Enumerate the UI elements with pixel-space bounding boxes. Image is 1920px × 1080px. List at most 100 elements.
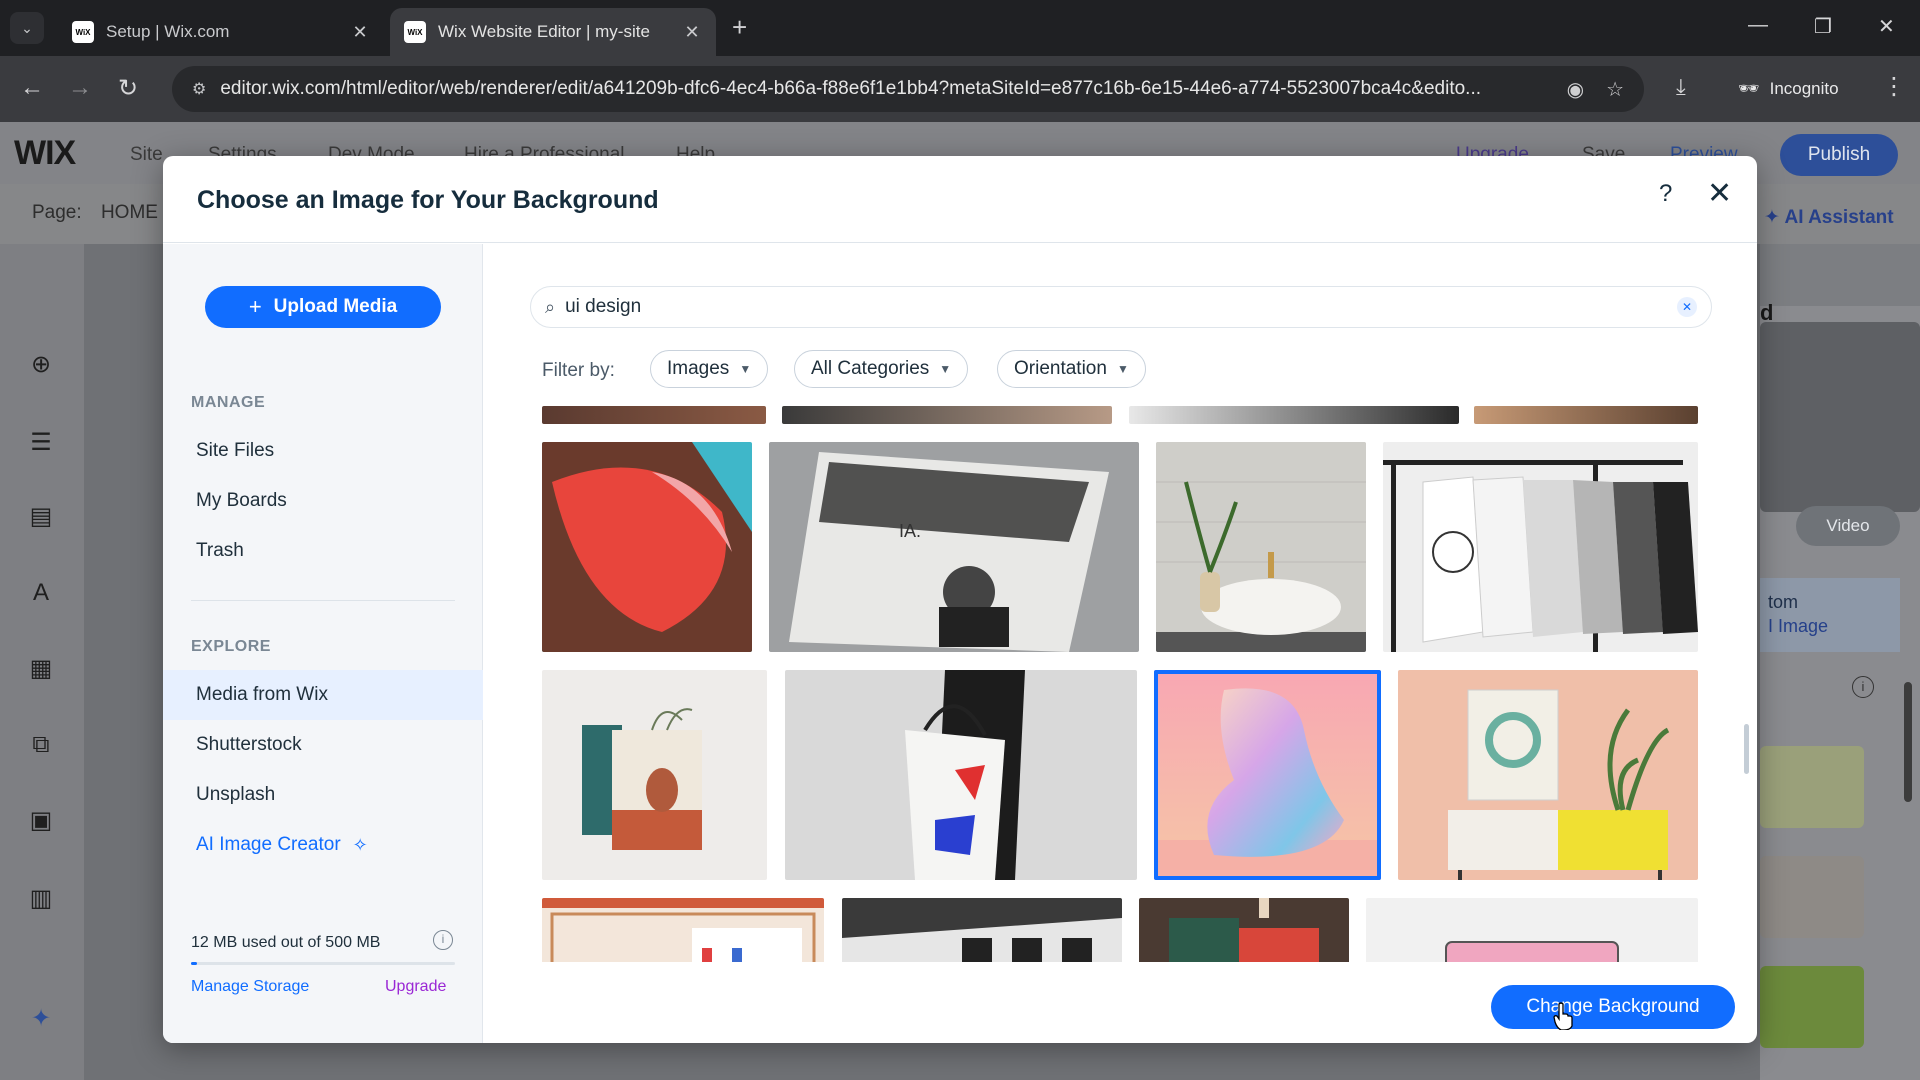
wix-favicon-icon: WiX bbox=[72, 21, 94, 43]
back-arrow-icon[interactable]: ← bbox=[20, 74, 44, 102]
menu-site[interactable]: Site bbox=[130, 144, 163, 166]
add-apps-icon[interactable]: ⧉ bbox=[26, 730, 56, 760]
change-background-button[interactable]: Change Background bbox=[1491, 985, 1735, 1029]
panel-thumbnail[interactable] bbox=[1760, 966, 1864, 1048]
minimize-icon[interactable]: — bbox=[1748, 14, 1768, 37]
upgrade-link[interactable]: Upgrade bbox=[385, 978, 446, 996]
tab-close-icon[interactable]: ✕ bbox=[682, 22, 702, 43]
ai-assistant-button[interactable]: ✦ AI Assistant bbox=[1764, 206, 1894, 229]
filter-categories-dropdown[interactable]: All Categories ▼ bbox=[794, 350, 969, 388]
chevron-down-icon: ▼ bbox=[739, 362, 752, 376]
panel-thumbnail[interactable] bbox=[1760, 856, 1864, 938]
sidebar-item-site-files[interactable]: Site Files bbox=[163, 426, 483, 476]
image-thumb-laptop-pink bbox=[1445, 941, 1619, 962]
add-elements-icon[interactable]: ⊕ bbox=[26, 350, 56, 380]
panel-option-label: tom bbox=[1768, 592, 1799, 612]
clear-search-icon[interactable]: ✕ bbox=[1677, 297, 1697, 317]
address-bar[interactable]: ⚙ editor.wix.com/html/editor/web/rendere… bbox=[172, 66, 1644, 112]
image-tile[interactable] bbox=[542, 406, 766, 424]
image-tile[interactable] bbox=[1474, 406, 1698, 424]
publish-button[interactable]: Publish bbox=[1780, 134, 1898, 176]
sidebar-item-ai-image-creator[interactable]: AI Image Creator ✧ bbox=[163, 820, 483, 870]
browser-tab-editor[interactable]: WiX Wix Website Editor | my-site ✕ bbox=[390, 8, 716, 56]
image-tile[interactable] bbox=[1156, 442, 1366, 652]
image-tile[interactable] bbox=[782, 406, 1112, 424]
image-tile[interactable] bbox=[1398, 670, 1698, 880]
sidebar-divider bbox=[191, 600, 455, 601]
sidebar-item-label: Media from Wix bbox=[196, 684, 328, 705]
image-tile[interactable]: IA. bbox=[769, 442, 1139, 652]
forward-arrow-icon[interactable]: → bbox=[68, 74, 92, 102]
incognito-badge[interactable]: 🕶 Incognito bbox=[1722, 70, 1855, 108]
sidebar-item-label: Trash bbox=[196, 540, 244, 561]
sidebar-item-label: Site Files bbox=[196, 440, 275, 461]
image-tile[interactable] bbox=[785, 670, 1137, 880]
sidebar-item-trash[interactable]: Trash bbox=[163, 526, 483, 576]
image-thumb-colorful-room bbox=[1169, 898, 1319, 962]
media-icon[interactable]: ▣ bbox=[26, 806, 56, 836]
new-tab-icon[interactable]: + bbox=[732, 14, 747, 40]
incognito-icon: 🕶 bbox=[1738, 79, 1760, 98]
reload-icon[interactable]: ↻ bbox=[118, 74, 138, 103]
page-selector[interactable]: Page: HOME bbox=[32, 202, 158, 224]
image-tile[interactable] bbox=[542, 898, 824, 962]
filter-images-dropdown[interactable]: Images ▼ bbox=[650, 350, 769, 388]
filter-value: Images bbox=[667, 358, 730, 379]
image-tile[interactable] bbox=[1139, 898, 1349, 962]
ai-sparkle-icon[interactable]: ✦ bbox=[26, 1004, 56, 1034]
apps-icon[interactable]: ▦ bbox=[26, 654, 56, 684]
image-thumb-tshirt-rack bbox=[1383, 460, 1698, 652]
image-tile[interactable] bbox=[542, 670, 767, 880]
browser-menu-icon[interactable]: ⋮ bbox=[1882, 72, 1906, 101]
design-icon[interactable]: A bbox=[26, 578, 56, 608]
image-tile[interactable] bbox=[842, 898, 1122, 962]
media-sidebar: + Upload Media MANAGE Site Files My Boar… bbox=[163, 244, 483, 1043]
sidebar-item-media-from-wix[interactable]: Media from Wix bbox=[163, 670, 483, 720]
window-close-icon[interactable]: ✕ bbox=[1878, 14, 1895, 39]
image-tile[interactable] bbox=[1366, 898, 1698, 962]
media-search-input[interactable] bbox=[565, 296, 1677, 318]
tab-close-icon[interactable]: ✕ bbox=[350, 22, 370, 43]
pages-icon[interactable]: ▤ bbox=[26, 502, 56, 532]
image-tile[interactable] bbox=[1383, 442, 1698, 652]
upload-media-button[interactable]: + Upload Media bbox=[205, 286, 441, 328]
video-label: Video bbox=[1826, 516, 1870, 535]
download-icon[interactable]: ⤓ bbox=[1676, 74, 1686, 100]
page-name: HOME bbox=[100, 202, 158, 223]
video-button[interactable]: Video bbox=[1796, 506, 1900, 546]
info-icon[interactable]: i bbox=[1852, 676, 1874, 698]
bookmark-star-icon[interactable]: ☆ bbox=[1606, 77, 1624, 102]
restore-icon[interactable]: ❐ bbox=[1814, 14, 1832, 39]
panel-custom-image-option[interactable]: tom I Image bbox=[1760, 578, 1900, 652]
url-text[interactable]: editor.wix.com/html/editor/web/renderer/… bbox=[220, 78, 1544, 100]
sidebar-item-shutterstock[interactable]: Shutterstock bbox=[163, 720, 483, 770]
sections-icon[interactable]: ☰ bbox=[26, 428, 56, 458]
site-info-icon[interactable]: ⚙ bbox=[192, 79, 206, 99]
sidebar-item-my-boards[interactable]: My Boards bbox=[163, 476, 483, 526]
grid-scrollbar[interactable] bbox=[1744, 724, 1749, 774]
image-tile-selected[interactable] bbox=[1154, 670, 1381, 880]
image-thumb-gallery-hall bbox=[842, 898, 1122, 962]
cms-icon[interactable]: ▥ bbox=[26, 884, 56, 914]
wix-logo[interactable]: WIX bbox=[14, 134, 76, 173]
filter-orientation-dropdown[interactable]: Orientation ▼ bbox=[997, 350, 1146, 388]
close-icon[interactable]: ✕ bbox=[1707, 176, 1732, 211]
panel-scrollbar[interactable] bbox=[1904, 682, 1912, 802]
image-tile[interactable] bbox=[542, 442, 752, 652]
sidebar-item-unsplash[interactable]: Unsplash bbox=[163, 770, 483, 820]
tab-search-chevron-icon[interactable]: ⌄ bbox=[10, 12, 44, 44]
wix-favicon-icon: WiX bbox=[404, 21, 426, 43]
media-search-bar[interactable]: ⌕ ✕ bbox=[530, 286, 1712, 328]
search-icon: ⌕ bbox=[545, 296, 556, 317]
image-tile[interactable] bbox=[1129, 406, 1459, 424]
manage-storage-link[interactable]: Manage Storage bbox=[191, 978, 309, 996]
help-icon[interactable]: ? bbox=[1659, 180, 1672, 208]
eye-off-icon[interactable]: ◉ bbox=[1567, 77, 1584, 102]
image-thumb-card-mockup bbox=[582, 708, 702, 850]
ai-assistant-label: AI Assistant bbox=[1784, 207, 1894, 228]
sidebar-item-label: Shutterstock bbox=[196, 734, 302, 755]
image-thumb-bathroom-sink bbox=[1156, 442, 1366, 652]
storage-info-icon[interactable]: i bbox=[433, 930, 453, 950]
panel-thumbnail[interactable] bbox=[1760, 746, 1864, 828]
browser-tab-setup[interactable]: WiX Setup | Wix.com ✕ bbox=[58, 8, 384, 56]
